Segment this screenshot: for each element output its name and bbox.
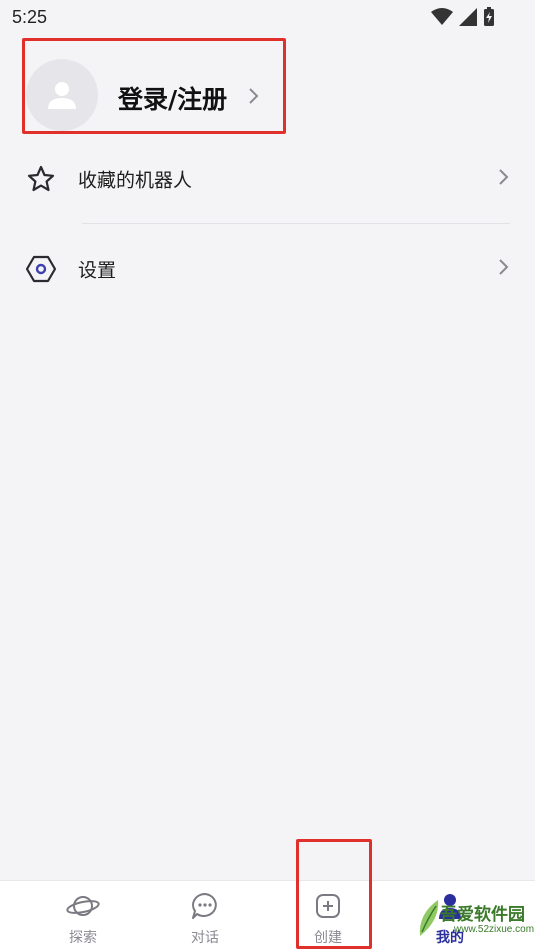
planet-icon <box>66 891 100 921</box>
settings-hexagon-icon <box>26 254 56 284</box>
tab-create[interactable]: 创建 <box>278 881 378 951</box>
login-register-label[interactable]: 登录/注册 <box>118 80 227 116</box>
login-register-row[interactable]: 登录/注册 <box>22 38 284 132</box>
chevron-right-icon <box>497 167 511 191</box>
status-icons <box>431 7 495 31</box>
watermark-url: www.52zixue.com <box>454 924 535 935</box>
watermark-title: 吾爱软件园 <box>440 905 525 925</box>
leaf-logo-icon <box>416 898 442 942</box>
menu-item-label: 设置 <box>78 259 117 282</box>
tab-label: 探索 <box>69 930 97 946</box>
menu-item-label: 收藏的机器人 <box>78 169 193 192</box>
chevron-right-icon <box>247 86 261 110</box>
menu-item-settings[interactable]: 设置 <box>0 234 535 304</box>
tab-chat[interactable]: 对话 <box>155 881 255 951</box>
add-square-icon <box>311 891 345 921</box>
watermark: 吾爱软件园 www.52zixue.com <box>414 892 535 948</box>
chat-bubble-icon <box>188 891 222 921</box>
menu-divider <box>82 223 510 224</box>
tab-label: 对话 <box>191 930 219 946</box>
cellular-signal-icon <box>459 8 477 30</box>
tab-label: 创建 <box>314 930 342 946</box>
tab-explore[interactable]: 探索 <box>33 881 133 951</box>
status-bar: 5:25 <box>0 0 535 36</box>
battery-charging-icon <box>483 7 495 31</box>
menu-item-favorite-bots[interactable]: 收藏的机器人 <box>0 144 535 214</box>
chevron-right-icon <box>497 257 511 281</box>
wifi-icon <box>431 8 453 30</box>
status-time: 5:25 <box>12 7 48 27</box>
star-icon <box>26 164 56 194</box>
user-avatar-icon[interactable] <box>26 59 98 131</box>
